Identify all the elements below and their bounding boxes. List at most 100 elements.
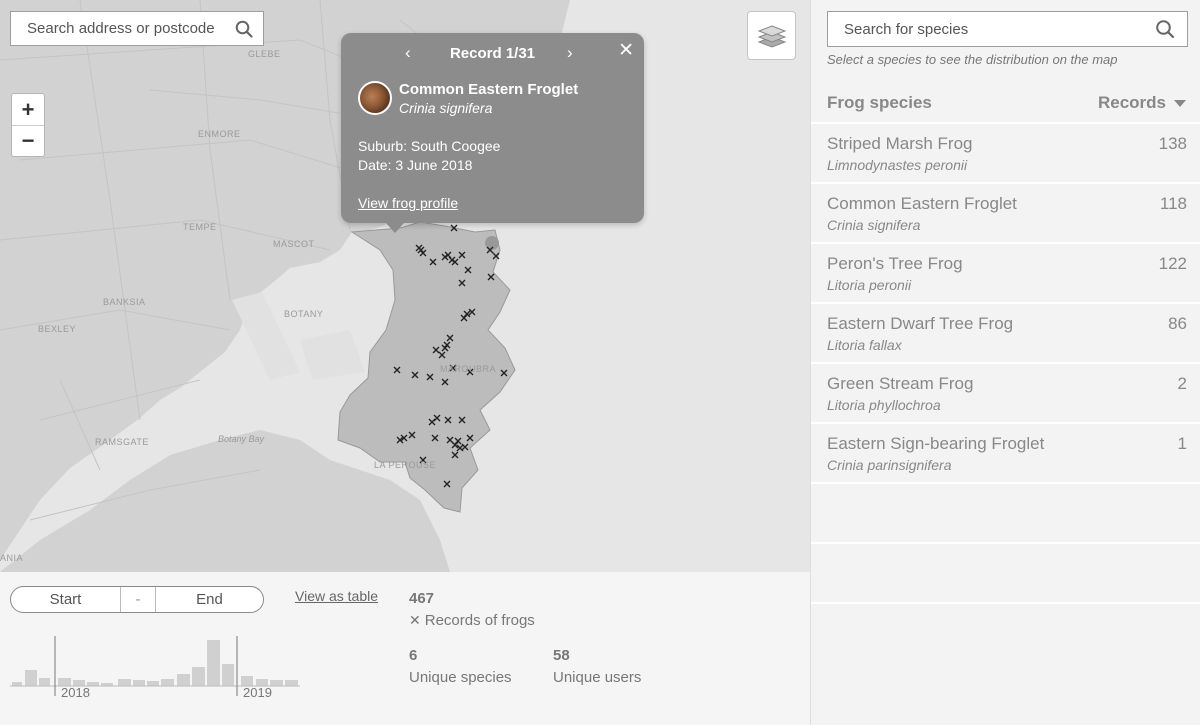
empty-row	[811, 542, 1200, 602]
record-marker[interactable]	[446, 334, 454, 342]
timeline-panel: Start - End View as table 2018 2019 467 …	[0, 572, 810, 725]
record-marker[interactable]	[446, 436, 454, 444]
species-search-hint: Select a species to see the distribution…	[827, 52, 1118, 67]
date-range-picker: Start - End	[10, 586, 264, 613]
layers-icon	[757, 24, 786, 48]
species-name: Striped Marsh Frog	[827, 134, 973, 153]
record-marker[interactable]	[451, 451, 459, 459]
record-marker[interactable]	[464, 266, 472, 274]
record-marker[interactable]	[458, 279, 466, 287]
address-search-box[interactable]	[10, 11, 264, 46]
search-icon[interactable]	[1155, 19, 1175, 39]
record-marker[interactable]	[438, 351, 446, 359]
species-scientific-name: Crinia signifera	[827, 217, 921, 233]
species-scientific-name: Litoria fallax	[827, 337, 902, 353]
frog-photo-avatar	[358, 81, 392, 115]
record-marker[interactable]	[411, 371, 419, 379]
record-marker[interactable]	[450, 224, 458, 232]
record-marker[interactable]	[458, 251, 466, 259]
record-marker[interactable]	[408, 431, 416, 439]
record-marker[interactable]	[451, 258, 459, 266]
species-row[interactable]: Eastern Dwarf Tree Frog Litoria fallax 8…	[811, 302, 1200, 362]
records-histogram[interactable]	[0, 634, 320, 724]
map-label-botany: BOTANY	[284, 309, 324, 319]
year-label-2019: 2019	[243, 685, 272, 700]
species-row[interactable]: Green Stream Frog Litoria phyllochroa 2	[811, 362, 1200, 422]
species-record-count: 86	[1168, 314, 1187, 333]
species-row[interactable]: Eastern Sign-bearing Froglet Crinia pari…	[811, 422, 1200, 482]
start-date-button[interactable]: Start	[11, 587, 120, 612]
map-label-banksia: BANKSIA	[103, 297, 146, 307]
records-sort-label: Records	[1097, 93, 1166, 112]
record-marker[interactable]	[419, 249, 427, 257]
users-count: 58	[553, 647, 570, 664]
record-marker[interactable]	[486, 246, 494, 254]
records-label: ✕ Records of frogs	[409, 612, 535, 629]
map-label-botany-bay: Botany Bay	[218, 434, 265, 444]
records-count: 467	[409, 590, 435, 607]
record-marker[interactable]	[454, 437, 462, 445]
next-record-button[interactable]: ›	[567, 43, 573, 63]
map-label-la-perouse: LA PEROUSE	[374, 460, 437, 470]
record-marker[interactable]	[461, 443, 469, 451]
record-marker[interactable]	[443, 480, 451, 488]
species-name: Eastern Sign-bearing Froglet	[827, 434, 1045, 453]
layers-button[interactable]	[747, 11, 796, 60]
zoom-in-button[interactable]: +	[12, 94, 44, 125]
cross-icon: ✕	[409, 612, 421, 628]
species-search-box[interactable]	[827, 11, 1188, 47]
record-marker[interactable]	[428, 418, 436, 426]
record-navigation: ‹ Record 1/31 ›	[341, 43, 644, 63]
record-marker[interactable]	[443, 341, 451, 349]
popup-suburb: Suburb: South Coogee	[358, 138, 501, 154]
end-date-button[interactable]: End	[156, 587, 263, 612]
species-label: Unique species	[409, 669, 512, 686]
empty-row	[811, 482, 1200, 542]
empty-row	[811, 602, 1200, 662]
record-marker[interactable]	[431, 434, 439, 442]
species-row[interactable]: Common Eastern Froglet Crinia signifera …	[811, 182, 1200, 242]
species-scientific-name: Litoria peronii	[827, 277, 912, 293]
zoom-out-button[interactable]: −	[12, 125, 44, 156]
record-marker[interactable]	[466, 434, 474, 442]
address-search-input[interactable]	[27, 20, 235, 37]
record-marker[interactable]	[432, 346, 440, 354]
record-marker[interactable]	[426, 373, 434, 381]
record-marker[interactable]	[429, 258, 437, 266]
close-icon[interactable]: ✕	[618, 39, 634, 62]
species-record-count: 118	[1159, 194, 1187, 213]
prev-record-button[interactable]: ‹	[405, 43, 411, 63]
record-marker[interactable]	[441, 378, 449, 386]
species-search-input[interactable]	[844, 20, 1155, 38]
species-column-header: Frog species	[827, 93, 932, 112]
species-row[interactable]: Peron's Tree Frog Litoria peronii 122	[811, 242, 1200, 302]
search-icon[interactable]	[235, 20, 253, 38]
species-row[interactable]: Striped Marsh Frog Limnodynastes peronii…	[811, 122, 1200, 182]
species-sidebar: Select a species to see the distribution…	[810, 0, 1200, 725]
record-marker[interactable]	[393, 366, 401, 374]
map-label-tempe: TEMPE	[183, 222, 217, 232]
zoom-control: + −	[11, 93, 45, 157]
popup-common-name: Common Eastern Froglet	[399, 81, 579, 98]
species-name: Green Stream Frog	[827, 374, 974, 393]
records-sort-button[interactable]: Records	[1098, 93, 1186, 113]
map-label-ania: ANIA	[0, 553, 24, 563]
record-marker[interactable]	[441, 253, 449, 261]
record-marker[interactable]	[444, 416, 452, 424]
view-frog-profile-link[interactable]: View frog profile	[358, 195, 458, 211]
map[interactable]: GLEBE ENMORE TEMPE MASCOT BANKSIA BOTANY…	[0, 0, 810, 572]
view-as-table-link[interactable]: View as table	[295, 588, 378, 604]
date-range-separator: -	[120, 587, 156, 612]
map-label-mascot: MASCOT	[273, 239, 315, 249]
record-marker[interactable]	[492, 252, 500, 260]
record-marker[interactable]	[433, 414, 441, 422]
record-marker[interactable]	[415, 244, 423, 252]
species-name: Common Eastern Froglet	[827, 194, 1017, 213]
users-label: Unique users	[553, 669, 642, 686]
record-marker[interactable]	[458, 416, 466, 424]
map-label-glebe: GLEBE	[248, 49, 281, 59]
record-marker[interactable]	[487, 273, 495, 281]
record-marker[interactable]	[460, 314, 468, 322]
record-marker[interactable]	[500, 369, 508, 377]
species-scientific-name: Crinia parinsignifera	[827, 457, 952, 473]
